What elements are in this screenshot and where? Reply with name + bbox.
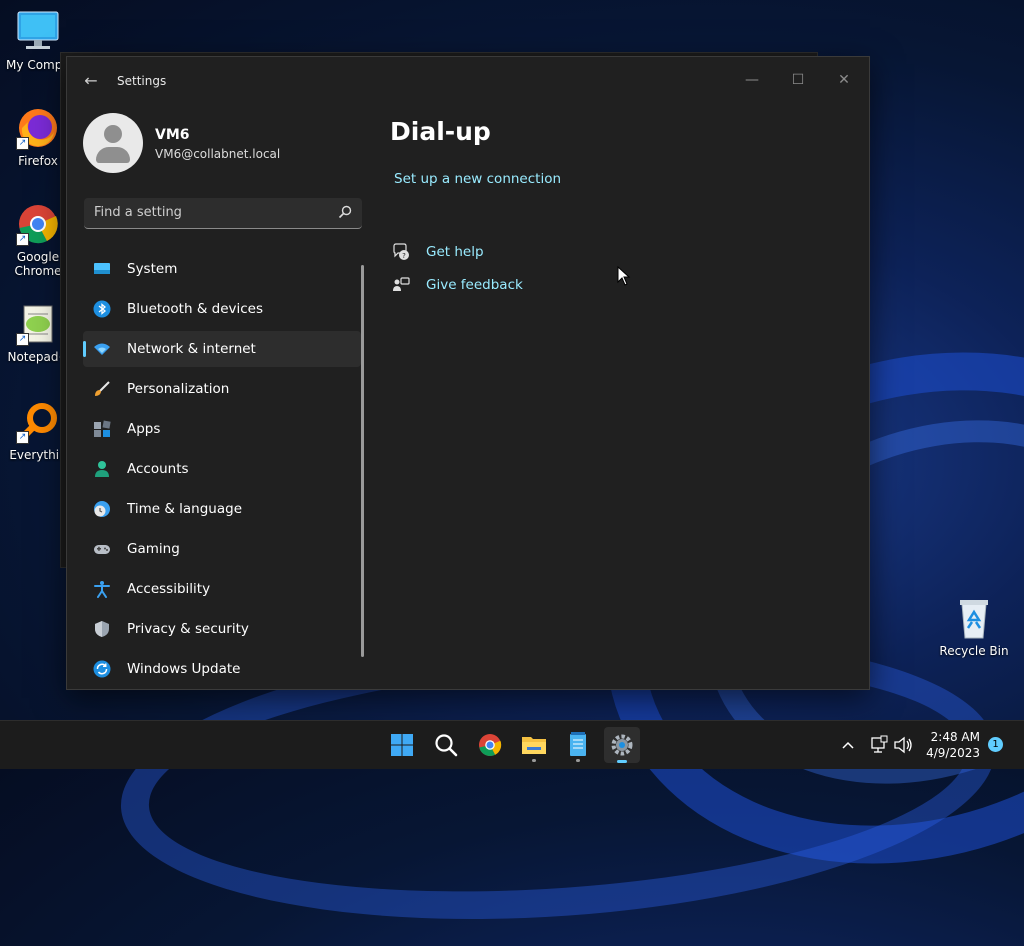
- sidebar-item-accessibility[interactable]: Accessibility: [83, 571, 361, 607]
- clock-date[interactable]: 4/9/2023: [920, 746, 980, 760]
- taskbar: 2:48 AM 4/9/2023 1: [0, 720, 1024, 769]
- settings-window: ← Settings — ☐ ✕ VM6 VM6@collabnet.local…: [66, 56, 870, 690]
- apps-icon: [93, 420, 111, 438]
- accessibility-icon: [93, 580, 111, 598]
- system-icon: [93, 260, 111, 278]
- search-icon: [435, 734, 458, 757]
- taskbar-chrome-button[interactable]: [472, 727, 508, 763]
- gear-icon: [611, 734, 633, 756]
- back-button[interactable]: ←: [81, 71, 101, 91]
- shortcut-arrow-icon: ↗: [16, 333, 29, 346]
- search-box[interactable]: [84, 198, 362, 229]
- notepad-plus-icon: ↗: [16, 302, 60, 346]
- desktop-icon-label: Recycle Bin: [939, 644, 1009, 658]
- help-chat-icon: ?: [392, 243, 410, 261]
- desktop-icon-label: Google Chrome: [14, 250, 62, 278]
- network-status-icon: [871, 735, 888, 753]
- sidebar-item-label: Privacy & security: [127, 621, 249, 637]
- gamepad-icon: [93, 540, 111, 558]
- shortcut-arrow-icon: ↗: [16, 233, 29, 246]
- maximize-button[interactable]: ☐: [775, 65, 821, 95]
- sidebar-item-bluetooth[interactable]: Bluetooth & devices: [83, 291, 361, 327]
- svg-text:?: ?: [402, 252, 406, 260]
- sidebar-item-accounts[interactable]: Accounts: [83, 451, 361, 487]
- windows-logo-icon: [391, 734, 413, 756]
- tray-overflow-button[interactable]: [838, 721, 858, 769]
- sidebar-scrollbar[interactable]: [361, 265, 364, 657]
- minimize-button[interactable]: —: [729, 65, 775, 95]
- network-icon: [93, 340, 111, 358]
- everything-search-icon: ↗: [16, 400, 60, 444]
- search-input[interactable]: [84, 198, 324, 227]
- sidebar-item-label: Accounts: [127, 461, 189, 477]
- taskbar-search-button[interactable]: [428, 727, 464, 763]
- shortcut-arrow-icon: ↗: [16, 431, 29, 444]
- chrome-icon: [479, 734, 502, 757]
- sidebar-item-label: Network & internet: [127, 341, 256, 357]
- sidebar-item-label: Time & language: [127, 501, 243, 517]
- taskbar-file-explorer-button[interactable]: [516, 727, 552, 763]
- speaker-icon: [894, 736, 912, 754]
- sidebar-item-label: Personalization: [127, 381, 230, 397]
- shield-icon: [93, 620, 111, 638]
- notification-badge[interactable]: 1: [988, 737, 1003, 752]
- sidebar-item-label: Windows Update: [127, 661, 241, 677]
- window-title: Settings: [117, 74, 167, 88]
- sidebar-item-apps[interactable]: Apps: [83, 411, 361, 447]
- firefox-icon: ↗: [16, 106, 60, 150]
- taskbar-settings-button[interactable]: [604, 727, 640, 763]
- sidebar-item-personalization[interactable]: Personalization: [83, 371, 361, 407]
- recycle-bin-icon: [952, 596, 996, 640]
- sidebar-item-system[interactable]: System: [83, 251, 361, 287]
- network-status-button[interactable]: [868, 721, 890, 769]
- sidebar-item-gaming[interactable]: Gaming: [83, 531, 361, 567]
- taskbar-notepad-button[interactable]: [560, 727, 596, 763]
- notepad-icon: [570, 732, 586, 756]
- sidebar-item-label: Apps: [127, 421, 161, 437]
- update-icon: [93, 660, 111, 678]
- brush-icon: [93, 380, 111, 398]
- running-indicator: [532, 759, 536, 762]
- monitor-icon: [16, 10, 60, 54]
- accounts-icon: [93, 460, 111, 478]
- close-button[interactable]: ✕: [821, 65, 867, 95]
- sidebar-item-label: Accessibility: [127, 581, 211, 597]
- avatar[interactable]: [83, 113, 143, 173]
- clock-time[interactable]: 2:48 AM: [928, 730, 980, 744]
- user-email: VM6@collabnet.local: [155, 147, 281, 161]
- desktop-icon-recycle-bin[interactable]: Recycle Bin: [938, 596, 1010, 658]
- shortcut-arrow-icon: ↗: [16, 137, 29, 150]
- give-feedback-label: Give feedback: [426, 277, 523, 293]
- sidebar-item-label: Bluetooth & devices: [127, 301, 264, 317]
- user-name: VM6: [155, 127, 190, 143]
- running-indicator: [576, 759, 580, 762]
- feedback-icon: [392, 276, 410, 294]
- time-language-icon: [93, 500, 111, 518]
- search-icon[interactable]: [338, 205, 352, 219]
- sidebar-item-time-language[interactable]: Time & language: [83, 491, 361, 527]
- sidebar-item-label: Gaming: [127, 541, 180, 557]
- sidebar-nav: System Bluetooth & devices Network & int…: [83, 251, 361, 691]
- chrome-icon: ↗: [16, 202, 60, 246]
- start-button[interactable]: [384, 727, 420, 763]
- avatar-head-shape: [104, 125, 122, 143]
- folder-icon: [522, 737, 546, 754]
- sidebar-item-label: System: [127, 261, 178, 277]
- volume-button[interactable]: [892, 721, 914, 769]
- sidebar-item-windows-update[interactable]: Windows Update: [83, 651, 361, 687]
- get-help-label: Get help: [426, 244, 484, 260]
- avatar-body-shape: [96, 147, 130, 163]
- page-title: Dial-up: [390, 117, 491, 146]
- title-bar[interactable]: ← Settings — ☐ ✕: [67, 57, 869, 103]
- setup-connection-link[interactable]: Set up a new connection: [394, 171, 561, 187]
- bluetooth-icon: [93, 300, 111, 318]
- active-app-indicator: [617, 760, 627, 763]
- sidebar-item-network[interactable]: Network & internet: [83, 331, 361, 367]
- sidebar-item-privacy-security[interactable]: Privacy & security: [83, 611, 361, 647]
- chevron-up-icon: [842, 741, 854, 749]
